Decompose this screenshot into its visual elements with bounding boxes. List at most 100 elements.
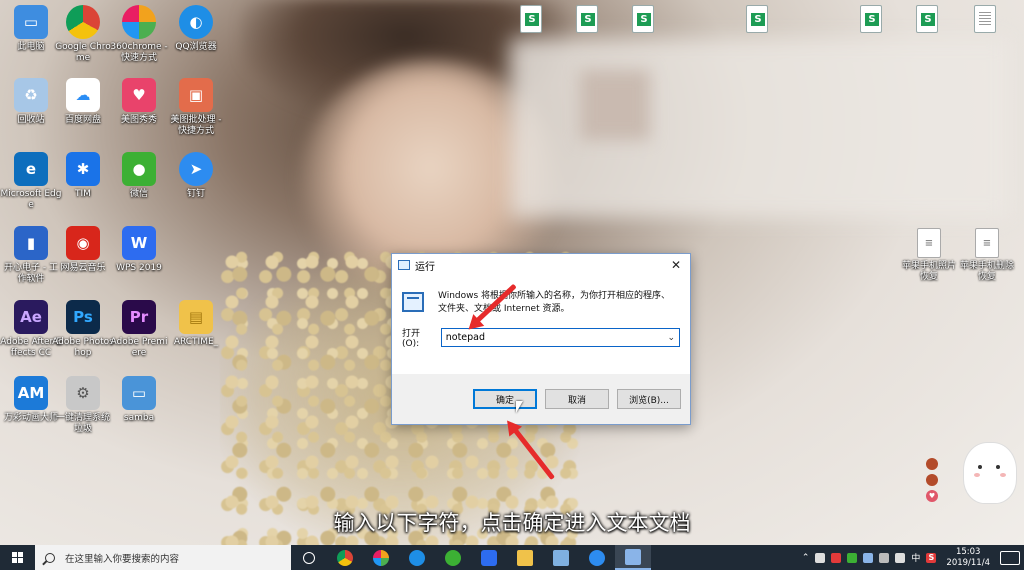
document-file-icon: ≡ xyxy=(975,228,999,258)
wallpaper-blurred-face xyxy=(580,70,650,140)
this-pc-icon: ▭ xyxy=(14,5,48,39)
taskbar-app[interactable] xyxy=(543,545,579,570)
chrome-icon xyxy=(337,549,353,566)
animation-master-icon: AM xyxy=(14,376,48,410)
open-input-value[interactable]: notepad xyxy=(446,332,485,343)
system-clock[interactable]: 15:03 2019/11/4 xyxy=(942,547,994,569)
desktop-icon-samba[interactable]: ▭ samba xyxy=(108,376,170,424)
clock-date: 2019/11/4 xyxy=(946,557,990,568)
taskbar-360chrome[interactable] xyxy=(363,545,399,570)
run-dialog: 运行 ✕ Windows 将根据你所输入的名称，为你打开相应的程序、文件夹、文档… xyxy=(391,253,691,425)
desktop-icon-meitu-batch[interactable]: ▣ 美图批处理 - 快捷方式 xyxy=(165,78,227,137)
run-dialog-description: Windows 将根据你所输入的名称，为你打开相应的程序、文件夹、文档或 Int… xyxy=(438,291,671,314)
app-icon xyxy=(553,549,569,566)
heart-badge-icon: ♥ xyxy=(926,490,938,502)
search-icon xyxy=(45,552,55,563)
show-hidden-icons-chevron-icon[interactable]: ⌃ xyxy=(802,553,810,563)
360chrome-icon xyxy=(122,5,156,39)
wechat-icon: ● xyxy=(122,152,156,186)
after-effects-icon: Ae xyxy=(14,300,48,334)
taskbar-qq-browser[interactable] xyxy=(399,545,435,570)
qq-browser-icon: ◐ xyxy=(179,5,213,39)
ok-button[interactable]: 确定 xyxy=(473,389,537,409)
taskbar-search-box[interactable]: 在这里输入你要搜索的内容 xyxy=(35,545,291,570)
video-subtitle: 输入以下字符，点击确定进入文本文档 xyxy=(333,511,691,535)
desktop-icon-arctime-folder[interactable]: ▤ ARCTIME_ xyxy=(165,300,227,348)
desktop-icon-netease-music[interactable]: ◉ 网易云音乐 xyxy=(52,226,114,274)
search-placeholder: 在这里输入你要搜索的内容 xyxy=(65,553,180,565)
spreadsheet-file-icon[interactable] xyxy=(632,5,654,33)
desktop-icon-meitu[interactable]: ♥ 美图秀秀 xyxy=(108,78,170,126)
taskbar-file-explorer[interactable] xyxy=(507,545,543,570)
spreadsheet-file-icon[interactable] xyxy=(916,5,938,33)
cleanup-icon: ⚙ xyxy=(66,376,100,410)
channel-badge-icon xyxy=(926,474,938,486)
360chrome-icon xyxy=(373,549,389,566)
recycle-bin-icon: ♻ xyxy=(14,78,48,112)
taskbar-dingtalk[interactable] xyxy=(579,545,615,570)
taskbar-wps[interactable] xyxy=(471,545,507,570)
close-button[interactable]: ✕ xyxy=(668,257,684,273)
dingtalk-icon: ➤ xyxy=(179,152,213,186)
run-icon xyxy=(398,260,410,270)
work-app-icon: ▮ xyxy=(14,226,48,260)
tray-app-icon[interactable] xyxy=(863,552,874,563)
tray-wechat-icon[interactable] xyxy=(847,552,858,563)
desktop-icon-wechat[interactable]: ● 微信 xyxy=(108,152,170,200)
volume-icon[interactable] xyxy=(895,552,906,563)
taskbar-run-dialog[interactable] xyxy=(615,545,651,570)
spreadsheet-file-icon[interactable] xyxy=(860,5,882,33)
desktop-icon-dingtalk[interactable]: ➤ 钉钉 xyxy=(165,152,227,200)
tim-icon: ✱ xyxy=(66,152,100,186)
microphone-icon[interactable] xyxy=(815,552,826,563)
mouse-cursor-icon xyxy=(516,401,523,413)
windows-logo-icon xyxy=(12,552,23,563)
samba-icon: ▭ xyxy=(122,376,156,410)
desktop-icon-qq-browser[interactable]: ◐ QQ浏览器 xyxy=(165,5,227,53)
desktop-icon-wps[interactable]: W WPS 2019 xyxy=(108,226,170,274)
wechat-icon xyxy=(445,549,461,566)
desktop-icon-tim[interactable]: ✱ TIM xyxy=(52,152,114,200)
desktop-icon-photoshop[interactable]: Ps Adobe Photoshop xyxy=(52,300,114,359)
dingtalk-icon xyxy=(589,549,605,566)
wps-icon: W xyxy=(122,226,156,260)
chevron-down-icon[interactable]: ⌄ xyxy=(667,333,675,343)
spreadsheet-file-icon[interactable] xyxy=(576,5,598,33)
desktop-file-delete-recovery[interactable]: ≡ 苹果手机删除恢复 xyxy=(956,228,1018,283)
qq-browser-icon xyxy=(409,549,425,566)
taskbar-chrome[interactable] xyxy=(327,545,363,570)
taskbar-wechat[interactable] xyxy=(435,545,471,570)
folder-icon: ▤ xyxy=(179,300,213,334)
desktop-icon-cleanup[interactable]: ⚙ 一键清理系统垃圾 xyxy=(52,376,114,435)
meitu-batch-icon: ▣ xyxy=(179,78,213,112)
network-icon[interactable] xyxy=(879,552,890,563)
start-button[interactable] xyxy=(0,545,35,570)
document-file-icon: ≡ xyxy=(917,228,941,258)
spreadsheet-file-icon[interactable] xyxy=(746,5,768,33)
chrome-icon xyxy=(66,5,100,39)
cat-sticker xyxy=(963,442,1017,504)
spreadsheet-file-icon[interactable] xyxy=(520,5,542,33)
desktop-icon-chrome[interactable]: Google Chrome xyxy=(52,5,114,64)
run-dialog-title: 运行 xyxy=(415,261,435,273)
run-dialog-titlebar[interactable]: 运行 xyxy=(392,254,690,276)
cancel-button[interactable]: 取消 xyxy=(545,389,609,409)
task-view-icon xyxy=(303,551,315,564)
task-view-button[interactable] xyxy=(291,545,327,570)
wps-icon xyxy=(481,549,497,566)
desktop-file-photo-recovery[interactable]: ≡ 苹果手机照片恢复 xyxy=(898,228,960,283)
document-file-icon[interactable] xyxy=(974,5,996,33)
browse-button[interactable]: 浏览(B)... xyxy=(617,389,681,409)
desktop-icon-baidu-netdisk[interactable]: ☁ 百度网盘 xyxy=(52,78,114,126)
meitu-icon: ♥ xyxy=(122,78,156,112)
ime-indicator[interactable]: 中 xyxy=(911,551,920,564)
open-label: 打开(O): xyxy=(402,329,421,349)
folder-icon xyxy=(517,549,533,566)
photoshop-icon: Ps xyxy=(66,300,100,334)
wps-tray-icon[interactable]: S xyxy=(926,552,937,563)
desktop-icon-premiere[interactable]: Pr Adobe Premiere xyxy=(108,300,170,359)
baidu-netdisk-icon: ☁ xyxy=(66,78,100,112)
desktop-icon-360chrome[interactable]: 360chrome - 快速方式 xyxy=(108,5,170,64)
tray-record-icon[interactable] xyxy=(831,552,842,563)
notification-center-icon[interactable] xyxy=(1000,550,1020,565)
